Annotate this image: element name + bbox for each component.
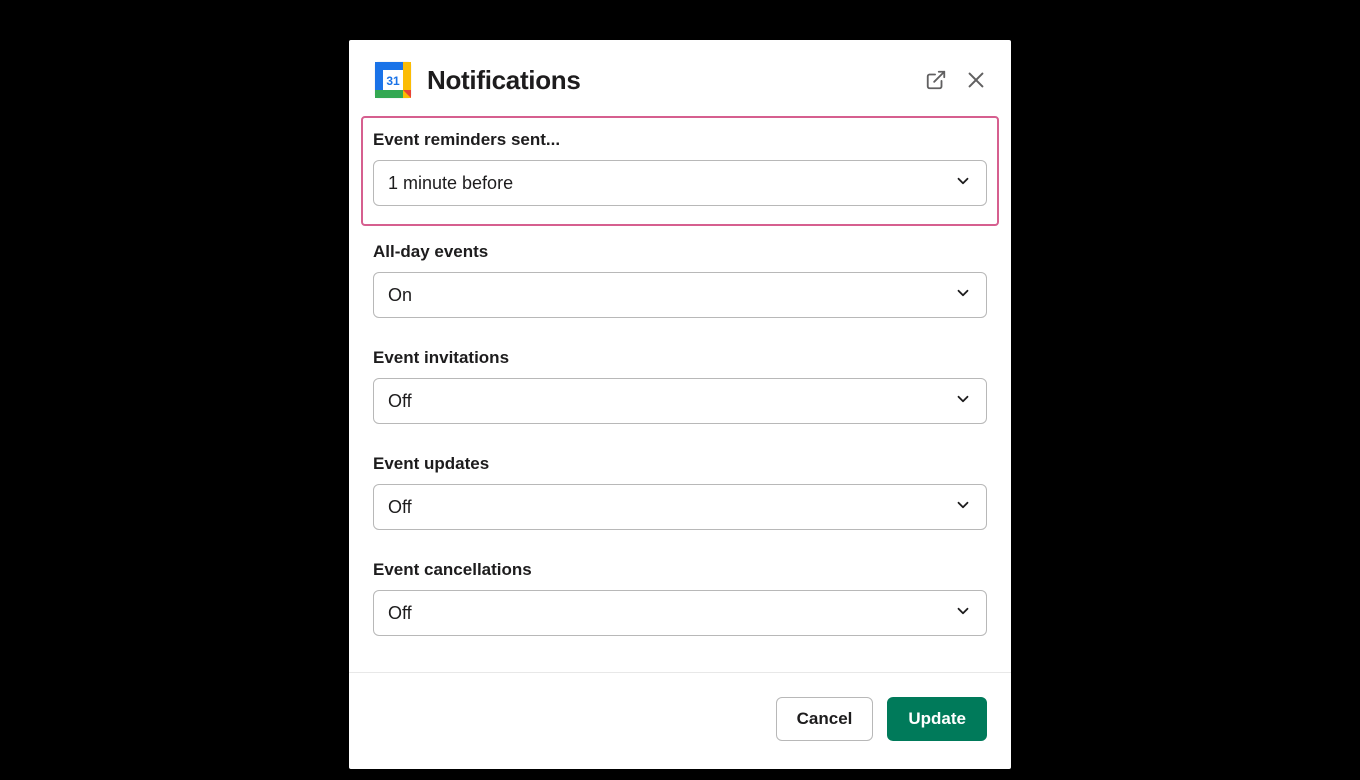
chevron-down-icon (954, 602, 972, 625)
select-value: 1 minute before (388, 173, 513, 194)
field-label: Event updates (373, 448, 987, 474)
select-event-invitations[interactable]: Off (373, 378, 987, 424)
select-value: Off (388, 391, 412, 412)
field-all-day-events: All-day events On (361, 228, 999, 334)
notifications-dialog: 31 Notifications Event reminders sen (349, 40, 1011, 769)
dialog-title: Notifications (427, 65, 925, 96)
select-value: Off (388, 603, 412, 624)
header-actions (925, 69, 987, 91)
chevron-down-icon (954, 390, 972, 413)
chevron-down-icon (954, 496, 972, 519)
field-label: Event cancellations (373, 554, 987, 580)
select-all-day-events[interactable]: On (373, 272, 987, 318)
field-event-cancellations: Event cancellations Off (361, 546, 999, 652)
field-label: Event reminders sent... (373, 124, 987, 150)
select-event-updates[interactable]: Off (373, 484, 987, 530)
open-external-icon[interactable] (925, 69, 947, 91)
select-value: On (388, 285, 412, 306)
cancel-button[interactable]: Cancel (776, 697, 874, 741)
google-calendar-icon: 31 (373, 60, 413, 100)
field-event-invitations: Event invitations Off (361, 334, 999, 440)
dialog-body: Event reminders sent... 1 minute before … (349, 112, 1011, 672)
dialog-footer: Cancel Update (349, 672, 1011, 769)
field-label: Event invitations (373, 342, 987, 368)
chevron-down-icon (954, 172, 972, 195)
select-event-reminders[interactable]: 1 minute before (373, 160, 987, 206)
close-icon[interactable] (965, 69, 987, 91)
field-event-updates: Event updates Off (361, 440, 999, 546)
field-event-reminders: Event reminders sent... 1 minute before (361, 116, 999, 226)
update-button[interactable]: Update (887, 697, 987, 741)
chevron-down-icon (954, 284, 972, 307)
svg-text:31: 31 (386, 74, 400, 88)
dialog-header: 31 Notifications (349, 40, 1011, 112)
select-event-cancellations[interactable]: Off (373, 590, 987, 636)
field-label: All-day events (373, 236, 987, 262)
select-value: Off (388, 497, 412, 518)
